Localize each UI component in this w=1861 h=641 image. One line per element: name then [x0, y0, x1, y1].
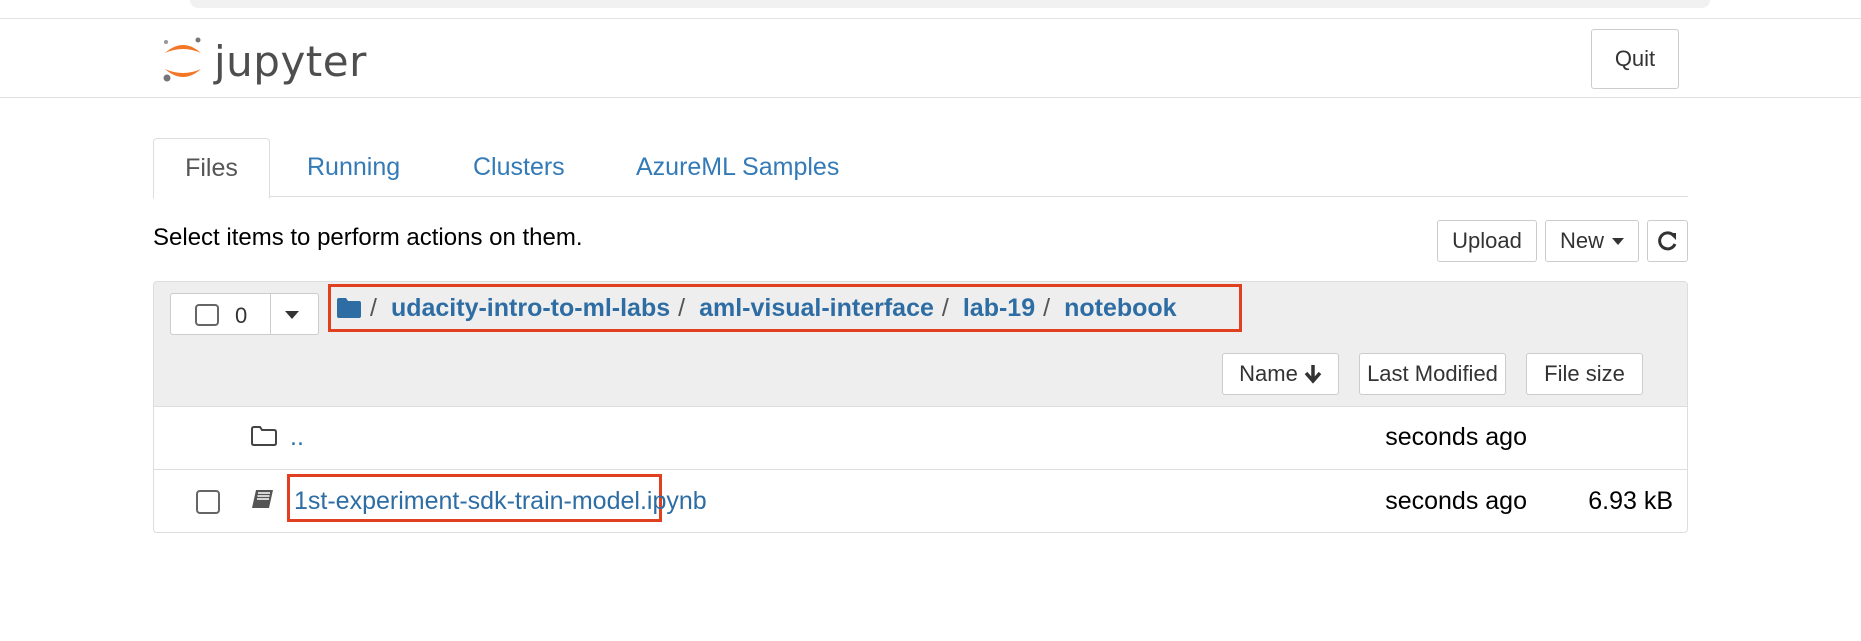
sort-by-last-modified-button[interactable]: Last Modified [1359, 353, 1506, 395]
notebook-icon [252, 490, 273, 508]
breadcrumb-item-lab-19[interactable]: lab-19 [963, 294, 1035, 323]
breadcrumb-item-aml-visual-interface[interactable]: aml-visual-interface [699, 294, 934, 323]
list-item-name[interactable]: .. [290, 423, 304, 452]
list-item-checkbox[interactable] [196, 490, 220, 514]
list-item-modified: seconds ago [1385, 423, 1527, 451]
sort-by-file-size-button[interactable]: File size [1526, 353, 1643, 395]
list-item-modified: seconds ago [1385, 487, 1527, 515]
list-item-parent-dir[interactable]: .. seconds ago [154, 406, 1687, 470]
folder-outline-icon [251, 426, 277, 446]
jupyter-logo[interactable]: jupyter [160, 30, 367, 92]
sort-name-label: Name [1239, 361, 1298, 386]
breadcrumb-separator: / [370, 293, 377, 322]
upload-button[interactable]: Upload [1437, 220, 1537, 262]
folder-icon[interactable] [336, 297, 362, 319]
tab-azureml-samples[interactable]: AzureML Samples [636, 138, 839, 196]
breadcrumb: / udacity-intro-to-ml-labs / aml-visual-… [336, 293, 1177, 323]
browser-top-strip [0, 0, 1861, 19]
breadcrumb-separator: / [678, 293, 686, 322]
tab-files[interactable]: Files [153, 138, 270, 199]
new-button-label: New [1559, 228, 1604, 253]
refresh-button[interactable] [1647, 220, 1688, 262]
tab-clusters[interactable]: Clusters [473, 138, 565, 196]
breadcrumb-item-notebook[interactable]: notebook [1064, 294, 1177, 323]
refresh-icon [1657, 231, 1676, 251]
breadcrumb-item-udacity-intro-to-ml-labs[interactable]: udacity-intro-to-ml-labs [391, 294, 670, 323]
header: jupyter Quit [0, 18, 1861, 98]
file-list-header: 0 / udacity-intro-to-ml-labs / aml-visua… [154, 282, 1687, 407]
file-list-panel: 0 / udacity-intro-to-ml-labs / aml-visua… [153, 281, 1688, 533]
select-dropdown-caret-icon[interactable] [285, 311, 299, 319]
breadcrumb-separator: / [941, 293, 949, 322]
selected-count: 0 [235, 303, 248, 328]
list-item-name[interactable]: 1st-experiment-sdk-train-model.ipynb [294, 487, 707, 516]
select-divider [270, 294, 271, 334]
select-all-control[interactable]: 0 [170, 293, 319, 335]
arrow-down-icon [1304, 365, 1322, 384]
selection-hint: Select items to perform actions on them. [153, 224, 583, 251]
logo-text: jupyter [214, 36, 367, 86]
tab-running[interactable]: Running [307, 138, 400, 196]
quit-button[interactable]: Quit [1591, 29, 1679, 89]
tab-bar: Files Running Clusters AzureML Samples [153, 138, 1688, 199]
list-item-notebook[interactable]: 1st-experiment-sdk-train-model.ipynb sec… [154, 470, 1687, 532]
caret-down-icon [1612, 237, 1624, 245]
breadcrumb-separator: / [1043, 293, 1051, 322]
jupyter-logo-icon [163, 37, 201, 82]
address-bar-edge [190, 0, 1710, 8]
list-item-file-size: 6.93 kB [1588, 487, 1673, 515]
select-all-checkbox[interactable] [195, 304, 219, 326]
sort-by-name-button[interactable]: Name [1222, 353, 1339, 395]
new-button[interactable]: New [1545, 220, 1639, 262]
